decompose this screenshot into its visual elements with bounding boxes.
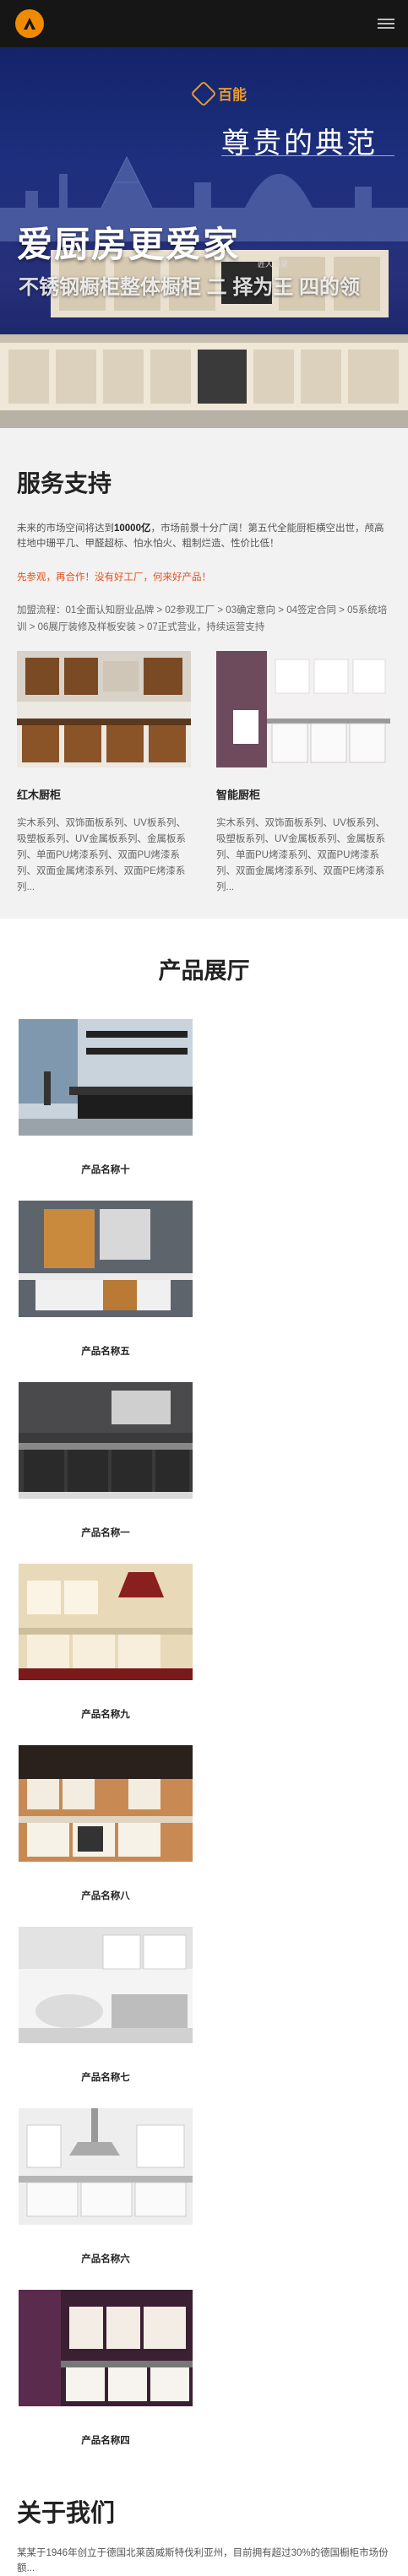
- product-item[interactable]: 产品名称七: [0, 1927, 408, 2108]
- banner-subline: 不锈钢橱柜整体橱柜 二 择为王 四的领: [19, 276, 361, 299]
- products-section: 产品展厅 产品名称十 产品名称五 产品名称一 产品名称九 产品名称八 产品名称七…: [0, 919, 408, 2471]
- product-image: [19, 2108, 193, 2225]
- logo-icon: [24, 18, 35, 30]
- product-item[interactable]: 产品名称六: [0, 2108, 408, 2290]
- service-card-desc: 实木系列、双饰面板系列、UV板系列、吸塑板系列、UV金属板系列、金属板系列、单面…: [17, 818, 186, 892]
- services-cta: 先参观，再合作！没有好工厂，何来好产品！: [17, 572, 211, 583]
- product-item[interactable]: 产品名称一: [0, 1382, 408, 1564]
- service-card-desc: 实木系列、双饰面板系列、UV板系列、吸塑板系列、UV金属板系列、金属板系列、单面…: [216, 818, 385, 892]
- service-card-image: [17, 651, 191, 767]
- product-item[interactable]: 产品名称九: [0, 1564, 408, 1745]
- product-image: [19, 1201, 193, 1317]
- brand-name: 百能: [218, 87, 247, 104]
- slogan-divider: [221, 155, 394, 165]
- service-card[interactable]: 智能厨柜 实木系列、双饰面板系列、UV板系列、吸塑板系列、UV金属板系列、金属板…: [216, 651, 390, 896]
- hamburger-icon[interactable]: [376, 16, 396, 31]
- banner-headline: 爱厨房更爱家: [17, 225, 241, 264]
- about-title: 关于我们: [17, 2500, 116, 2527]
- service-card-title: 红木厨柜: [17, 789, 62, 801]
- service-cards: 红木厨柜 实木系列、双饰面板系列、UV板系列、吸塑板系列、UV金属板系列、金属板…: [17, 651, 391, 896]
- product-item[interactable]: 产品名称十: [0, 1019, 408, 1201]
- service-card-title: 智能厨柜: [216, 789, 261, 801]
- product-image: [19, 1019, 193, 1136]
- product-name: 产品名称十: [81, 1165, 130, 1175]
- service-card-image: [216, 651, 390, 767]
- product-image: [19, 1382, 193, 1499]
- services-intro: 未来的市场空间将达到10000亿，市场前景十分广阔！第五代全能厨柜横空出世，颅高…: [17, 523, 384, 549]
- products-title: 产品展厅: [158, 958, 250, 984]
- about-section: 关于我们 某某于1946年创立于德国北莱茵威斯特伐利亚州，目前拥有超过30%的德…: [0, 2471, 408, 2576]
- hero-banner: 百能 尊贵的典范 爱厨房更爱家 不锈钢橱柜整体橱柜 二 择为王 四的领 匠人典藏: [0, 47, 408, 428]
- logo[interactable]: [15, 9, 44, 38]
- product-image: [19, 1927, 193, 2043]
- product-name: 产品名称六: [81, 2254, 130, 2264]
- brand-logo-icon: [190, 79, 217, 107]
- product-name: 产品名称七: [81, 2073, 130, 2083]
- banner-note: 匠人典藏: [258, 260, 289, 268]
- product-image: [19, 1745, 193, 1862]
- franchise-process: 加盟流程：01全面认知厨业品牌 > 02参观工厂 > 03确定意向 > 04签定…: [17, 605, 388, 632]
- service-card[interactable]: 红木厨柜 实木系列、双饰面板系列、UV板系列、吸塑板系列、UV金属板系列、金属板…: [17, 651, 191, 896]
- product-name: 产品名称八: [81, 1891, 130, 1901]
- services-title: 服务支持: [17, 470, 112, 496]
- about-text: 某某于1946年创立于德国北莱茵威斯特伐利亚州，目前拥有超过30%的德国橱柜市场…: [17, 2548, 389, 2573]
- product-name: 产品名称五: [81, 1347, 130, 1357]
- services-section: 服务支持 未来的市场空间将达到10000亿，市场前景十分广阔！第五代全能厨柜横空…: [0, 428, 408, 919]
- top-navbar: [0, 0, 408, 47]
- product-image: [19, 2290, 193, 2406]
- banner-brand: 百能: [190, 79, 247, 107]
- product-item[interactable]: 产品名称五: [0, 1201, 408, 1382]
- product-item[interactable]: 产品名称四: [0, 2290, 408, 2471]
- product-image: [19, 1564, 193, 1680]
- product-name: 产品名称四: [81, 2436, 130, 2446]
- product-list: 产品名称十 产品名称五 产品名称一 产品名称九 产品名称八 产品名称七 产品名称…: [0, 1019, 408, 2471]
- product-name: 产品名称九: [81, 1710, 130, 1720]
- product-item[interactable]: 产品名称八: [0, 1745, 408, 1927]
- product-name: 产品名称一: [81, 1528, 130, 1538]
